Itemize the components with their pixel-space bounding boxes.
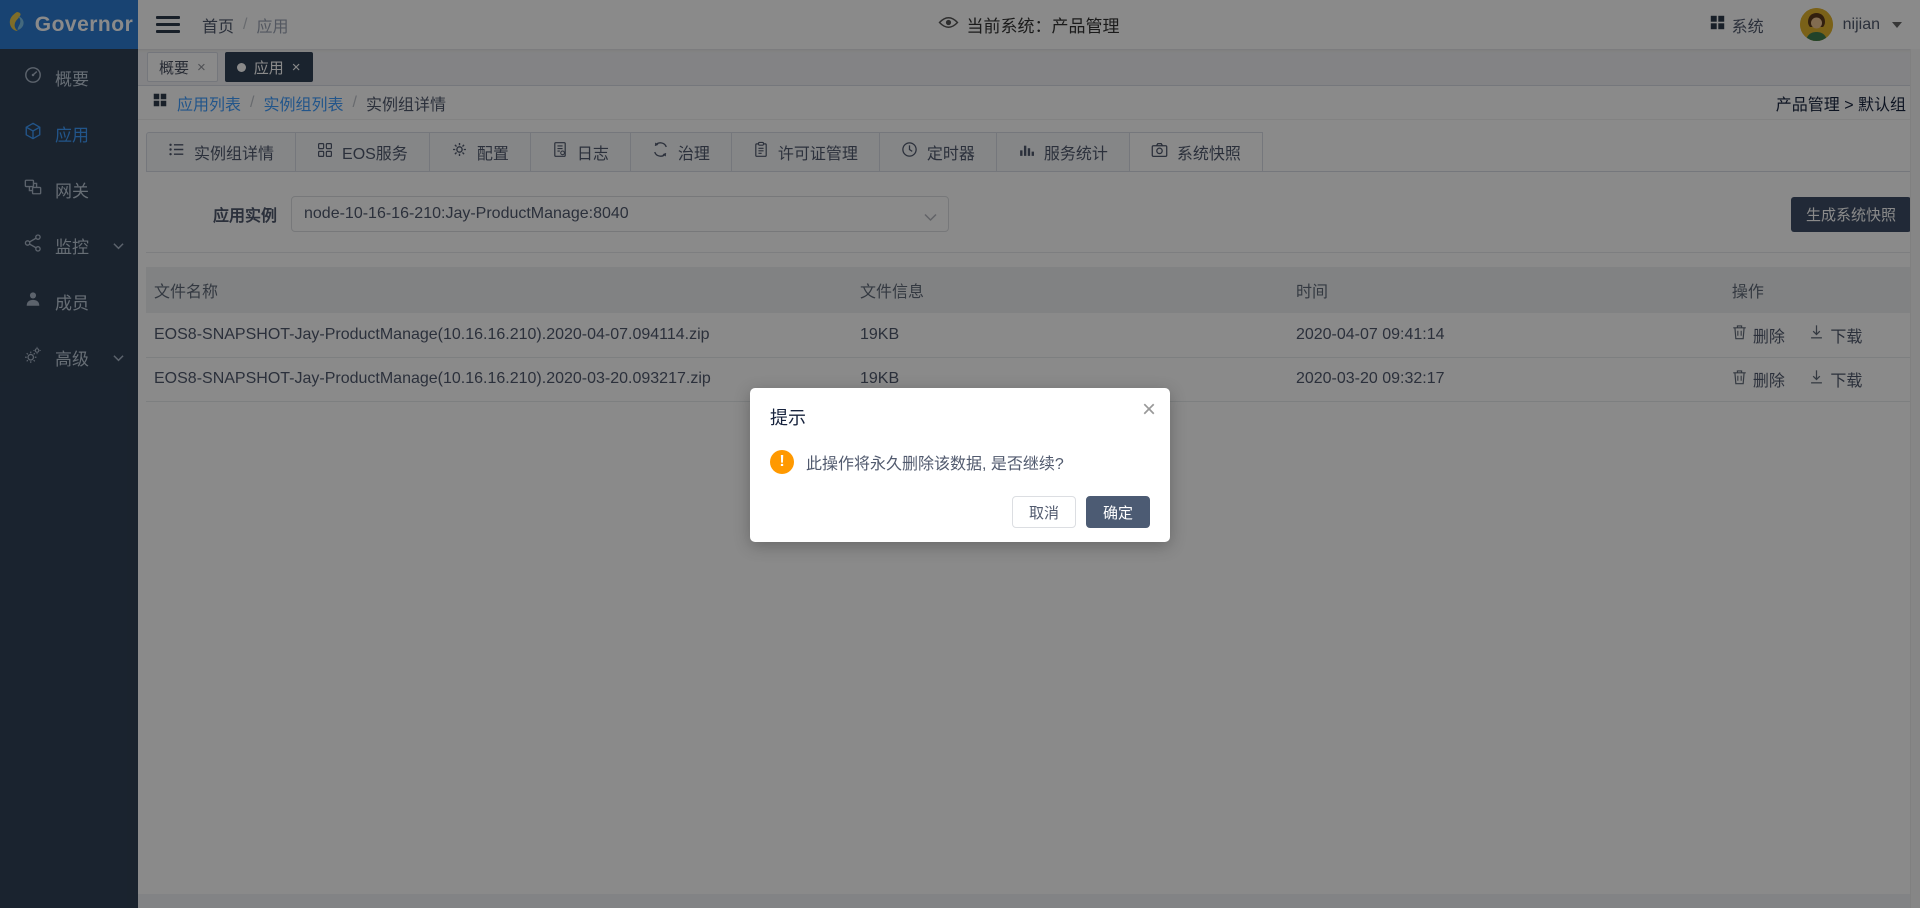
close-icon[interactable]: × [1142, 398, 1156, 422]
confirm-button[interactable]: 确定 [1086, 496, 1150, 528]
dialog-title: 提示 [770, 404, 1150, 430]
warning-icon: ! [770, 450, 794, 474]
confirm-dialog: 提示 × ! 此操作将永久删除该数据, 是否继续? 取消 确定 [750, 388, 1170, 542]
cancel-button[interactable]: 取消 [1012, 496, 1076, 528]
dialog-body: ! 此操作将永久删除该数据, 是否继续? [770, 450, 1150, 474]
dialog-footer: 取消 确定 [770, 496, 1150, 528]
dialog-message: 此操作将永久删除该数据, 是否继续? [806, 450, 1064, 474]
